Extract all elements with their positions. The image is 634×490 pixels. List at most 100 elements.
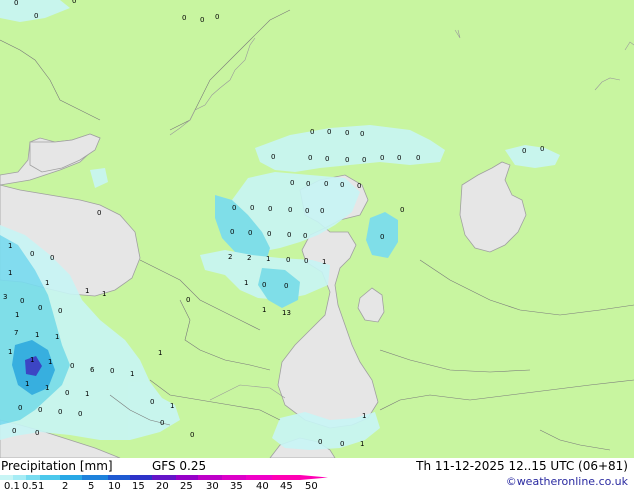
- precip-value-label: 0: [72, 0, 76, 5]
- colorbar-labels: 0.1 0.5 1 2 5 10 15 20 25 30 35 40 45 50: [4, 481, 318, 490]
- colorbar-swatch: [222, 475, 246, 480]
- aral-sea: [459, 161, 527, 253]
- precip-value-label: 0: [357, 182, 361, 190]
- precip-value-label: 2: [247, 254, 251, 262]
- precip-value-label: 1: [30, 356, 34, 364]
- precip-value-label: 0: [34, 12, 38, 20]
- precip-value-label: 1: [322, 258, 326, 266]
- precip-value-label: 0: [310, 128, 314, 136]
- precip-value-label: 0: [160, 419, 164, 427]
- colorbar-tick-label: 50: [305, 481, 318, 490]
- colorbar-swatch: [82, 475, 108, 480]
- precip-value-label: 0: [362, 156, 366, 164]
- precipitation-colorbar: 0.1 0.5 1 2 5 10 15 20 25 30 35 40 45 50: [0, 475, 328, 490]
- precip-value-label: 0: [58, 307, 62, 315]
- precip-value-label: 0: [38, 304, 42, 312]
- precip-value-label: 1: [8, 348, 12, 356]
- precip-value-label: 1: [8, 242, 12, 250]
- precip-value-label: 0: [267, 230, 271, 238]
- precip-value-label: 6: [90, 366, 95, 374]
- colorbar-tick-label: 2: [62, 481, 68, 490]
- kara-bogaz-gol: [357, 287, 385, 323]
- colorbar-swatch: [246, 475, 272, 480]
- precip-value-label: 0: [345, 129, 349, 137]
- colorbar-tick-label: 25: [180, 481, 193, 490]
- precip-value-label: 0: [65, 389, 69, 397]
- precip-value-label: 1: [262, 306, 266, 314]
- precip-value-label: 0: [380, 233, 384, 241]
- colorbar-tick-label: 0.5: [22, 481, 38, 490]
- precip-value-label: 1: [102, 290, 106, 298]
- precip-value-label: 1: [170, 402, 174, 410]
- precip-value-label: 1: [362, 412, 366, 420]
- colorbar-tick-label: 1: [38, 481, 44, 490]
- precip-value-label: 0: [318, 438, 322, 446]
- precip-value-label: 0: [35, 429, 39, 437]
- precip-value-label: 0: [325, 155, 329, 163]
- colorbar-tick-label: 20: [156, 481, 169, 490]
- precip-value-label: 0: [522, 147, 526, 155]
- precip-value-label: 0: [150, 398, 154, 406]
- precip-value-label: 0: [286, 256, 290, 264]
- precip-value-label: 0: [190, 431, 194, 439]
- precip-value-label: 0: [308, 154, 312, 162]
- precip-value-label: 0: [397, 154, 401, 162]
- precip-value-label: 0: [380, 154, 384, 162]
- colorbar-swatch: [272, 475, 300, 480]
- precip-value-label: 0: [416, 154, 420, 162]
- precip-value-label: 1: [45, 384, 49, 392]
- colorbar-tick-label: 15: [132, 481, 145, 490]
- precip-value-label: 0: [232, 204, 236, 212]
- precip-value-label: 0: [304, 257, 308, 265]
- precip-value-label: 0: [324, 180, 328, 188]
- colorbar-swatch: [60, 475, 82, 480]
- precip-value-label: 0: [540, 145, 544, 153]
- colorbar-swatch: [26, 475, 40, 480]
- precip-value-label: 0: [50, 254, 54, 262]
- precip-value-label: 0: [30, 250, 34, 258]
- precip-value-label: 0: [303, 232, 307, 240]
- colorbar-tick-label: 5: [88, 481, 94, 490]
- precip-value-label: 0: [306, 180, 310, 188]
- precip-value-label: 0: [340, 181, 344, 189]
- precip-value-label: 1: [85, 287, 89, 295]
- precip-value-label: 0: [250, 204, 254, 212]
- colorbar-swatch: [13, 475, 26, 480]
- precip-value-label: 0: [20, 297, 24, 305]
- precip-value-label: 1: [8, 269, 12, 277]
- precip-value-label: 0: [287, 231, 291, 239]
- precip-value-label: 0: [305, 207, 309, 215]
- credit-link[interactable]: ©weatheronline.co.uk: [506, 475, 628, 488]
- precip-value-label: 0: [182, 14, 186, 22]
- colorbar-tick-label: 30: [206, 481, 219, 490]
- precipitation-map: 0 0 0 0 0 0 0 0 0 0 0 0 0 0 0 0 0 0 0 0 0 0 0 0 0 0 0 0 0 0 0 0 0 0 0 0 0 0 0 2…: [0, 0, 634, 458]
- colorbar-tick-label: 10: [108, 481, 121, 490]
- precip-value-label: 0: [215, 13, 219, 21]
- precip-value-label: 0: [345, 156, 349, 164]
- colorbar-swatch: [198, 475, 222, 480]
- colorbar-tick-label: 35: [230, 481, 243, 490]
- precip-area-black-sea-north: [90, 168, 108, 188]
- precip-value-label: 0: [340, 440, 344, 448]
- precip-value-label: 1: [130, 370, 134, 378]
- precip-value-label: 0: [320, 207, 324, 215]
- map-canvas: 0 0 0 0 0 0 0 0 0 0 0 0 0 0 0 0 0 0 0 0 0 0 0 0 0 0 0 0 0 0 0 0 0 0 0 0 0 0 0 2…: [0, 0, 634, 458]
- footer: Precipitation [mm] GFS 0.25 Th 11-12-202…: [0, 458, 634, 490]
- precip-value-label: 13: [282, 309, 291, 317]
- precip-value-label: 0: [12, 427, 16, 435]
- precip-value-label: 0: [400, 206, 404, 214]
- precip-area-north: [255, 125, 445, 172]
- colorbar-tick-label: 45: [280, 481, 293, 490]
- precip-value-label: 0: [97, 209, 101, 217]
- precip-value-label: 3: [3, 293, 7, 301]
- precip-value-label: 1: [48, 358, 52, 366]
- model-name: GFS 0.25: [152, 459, 207, 473]
- colorbar-swatch: [108, 475, 130, 480]
- precip-value-label: 2: [228, 253, 232, 261]
- precip-value-label: 1: [360, 440, 364, 448]
- map-title: Precipitation [mm]: [1, 459, 113, 473]
- colorbar-swatch: [130, 475, 152, 480]
- precip-value-label: 0: [271, 153, 275, 161]
- colorbar-swatch: [0, 475, 13, 480]
- precip-value-label: 0: [58, 408, 62, 416]
